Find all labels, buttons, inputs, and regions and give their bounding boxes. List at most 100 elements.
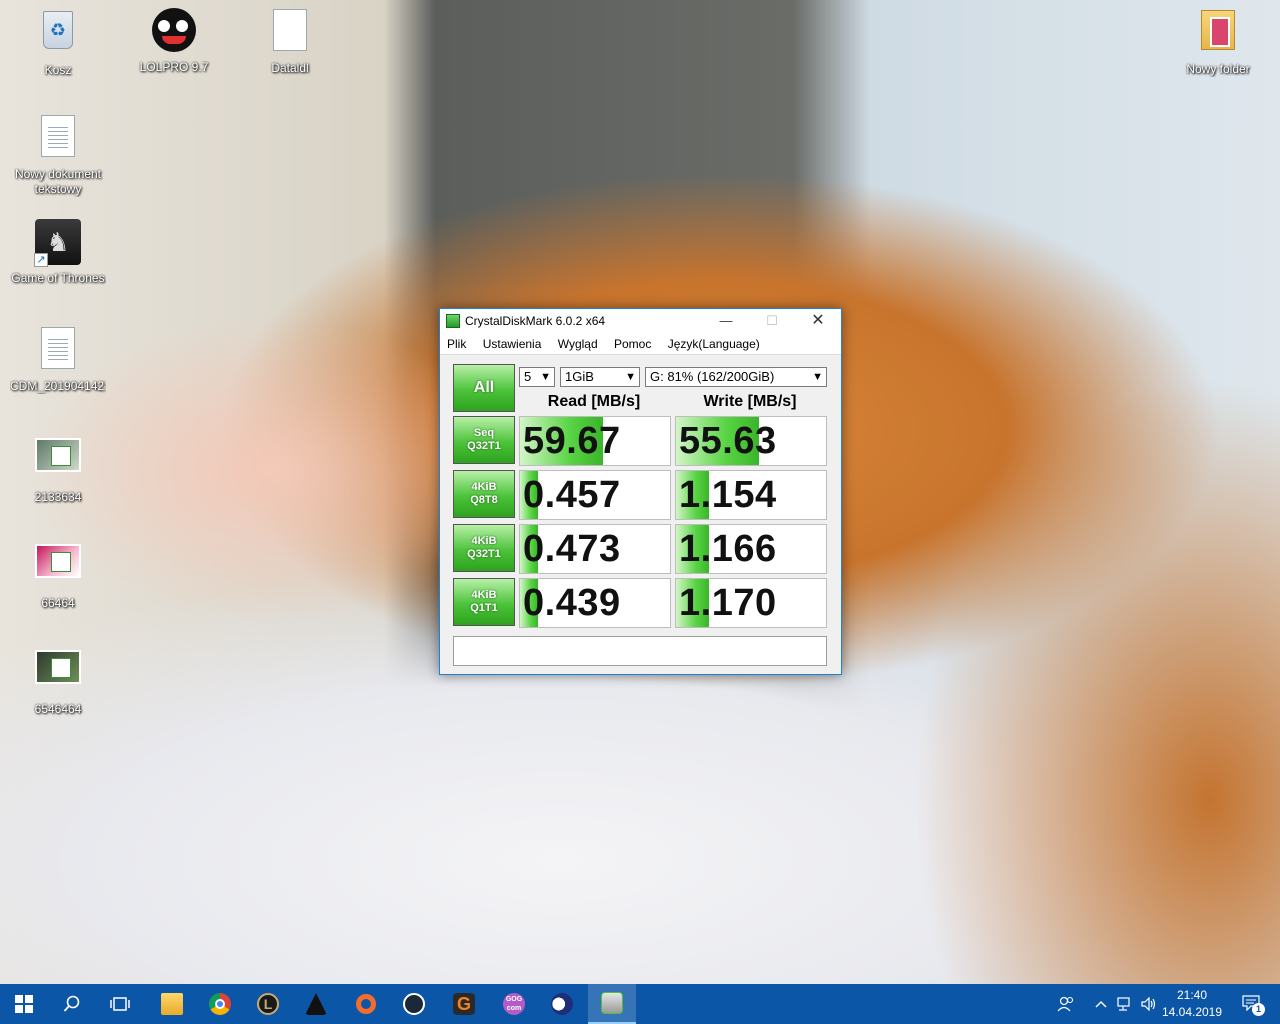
- icon-label: Dataldl: [271, 61, 309, 75]
- maximize-button[interactable]: ☐: [749, 309, 795, 333]
- test-name-line1: 4KiB: [471, 589, 497, 601]
- desktop-icon-dataldl[interactable]: Dataldl: [242, 6, 338, 76]
- icon-label: Kosz: [44, 63, 72, 77]
- desktop-icon-66464[interactable]: 66464: [10, 536, 106, 611]
- test-count-select[interactable]: 5 ▼: [519, 367, 555, 387]
- tray-network-button[interactable]: [1114, 984, 1136, 1024]
- taskbar-eclipse-app[interactable]: [538, 984, 586, 1024]
- write-result-cell: 55.63: [675, 416, 827, 466]
- chevron-down-icon: ▼: [812, 371, 823, 383]
- taskbar-g-app[interactable]: G: [440, 984, 488, 1024]
- drive-select[interactable]: G: 81% (162/200GiB) ▼: [645, 367, 827, 387]
- tray-people-button[interactable]: [1052, 984, 1080, 1024]
- shortcut-arrow-icon: ↗: [34, 253, 48, 267]
- read-column-header: Read [MB/s]: [547, 393, 641, 410]
- action-center-button[interactable]: 1: [1232, 984, 1272, 1024]
- chevron-down-icon: ▼: [540, 371, 551, 383]
- tray-volume-button[interactable]: [1138, 984, 1160, 1024]
- desktop-icon-2133634[interactable]: 2133634: [10, 430, 106, 505]
- test-name-line1: Seq: [473, 427, 495, 439]
- taskbar: L G GOG com 21:40 14.04.2019 1: [0, 984, 1280, 1024]
- desktop-icon-cdm-file[interactable]: CDM_20190414212...: [10, 324, 106, 394]
- close-button[interactable]: ✕: [795, 309, 841, 333]
- taskbar-league-client[interactable]: L: [244, 984, 292, 1024]
- test-name-line2: Q32T1: [467, 548, 501, 560]
- desktop-icon-6546464[interactable]: 6546464: [10, 642, 106, 717]
- read-result-cell: 0.473: [519, 524, 671, 574]
- taskbar-lol-pro[interactable]: [292, 984, 340, 1024]
- taskbar-steam[interactable]: [390, 984, 438, 1024]
- taskbar-chrome[interactable]: [196, 984, 244, 1024]
- steam-icon: [403, 993, 425, 1015]
- menu-settings[interactable]: Ustawienia: [476, 333, 548, 351]
- taskbar-clock[interactable]: 21:40 14.04.2019: [1160, 987, 1224, 1021]
- test-count-value: 5: [524, 369, 532, 384]
- clock-time: 21:40: [1176, 988, 1208, 1002]
- image-file-icon: [35, 438, 81, 472]
- write-result-cell: 1.154: [675, 470, 827, 520]
- windows-logo-icon: [15, 995, 33, 1013]
- taskbar-gog[interactable]: GOG com: [490, 984, 538, 1024]
- task-view-button[interactable]: [96, 984, 144, 1024]
- menu-file[interactable]: Plik: [440, 333, 472, 351]
- desktop-icon-lolpro[interactable]: LOLPRO 9.7: [126, 6, 222, 75]
- test-size-select[interactable]: 1GiB ▼: [560, 367, 640, 387]
- gamepad-g-icon: G: [453, 993, 475, 1015]
- read-value: 59.67: [523, 420, 621, 462]
- recycle-bin-icon: ♻: [43, 11, 73, 49]
- run-4kib-q32t1-button[interactable]: 4KiB Q32T1: [453, 524, 515, 572]
- read-value: 0.439: [523, 582, 621, 624]
- folder-icon: [1201, 10, 1235, 50]
- taskbar-file-explorer[interactable]: [148, 984, 196, 1024]
- icon-label: CDM_20190414212...: [10, 379, 106, 393]
- menu-language[interactable]: Język(Language): [661, 333, 766, 351]
- network-icon: [1117, 997, 1130, 1011]
- menu-help[interactable]: Pomoc: [607, 333, 657, 351]
- taskbar-crystaldiskmark[interactable]: [588, 984, 636, 1024]
- write-value: 55.63: [679, 420, 777, 462]
- run-4kib-q8t8-button[interactable]: 4KiB Q8T8: [453, 470, 515, 518]
- search-icon: [63, 995, 80, 1012]
- chevron-down-icon: ▼: [625, 371, 636, 383]
- clock-date: 14.04.2019: [1161, 1005, 1223, 1019]
- write-result-cell: 1.170: [675, 578, 827, 628]
- chrome-icon: [209, 993, 231, 1015]
- read-result-cell: 59.67: [519, 416, 671, 466]
- image-file-icon: [35, 650, 81, 684]
- search-button[interactable]: [48, 984, 96, 1024]
- volume-icon: [1141, 997, 1156, 1011]
- tray-show-hidden-button[interactable]: [1090, 984, 1112, 1024]
- icon-label: Game of Thrones: [11, 271, 105, 285]
- minimize-button[interactable]: —: [703, 309, 749, 333]
- window-title: CrystalDiskMark 6.0.2 x64: [465, 314, 606, 328]
- crystaldiskmark-icon: [601, 992, 623, 1014]
- write-value: 1.166: [679, 528, 777, 570]
- chevron-up-icon: [1095, 1001, 1107, 1008]
- test-name-line1: 4KiB: [471, 481, 497, 493]
- title-bar[interactable]: CrystalDiskMark 6.0.2 x64 — ☐ ✕: [440, 309, 841, 333]
- run-seq-q32t1-button[interactable]: Seq Q32T1: [453, 416, 515, 464]
- test-name-line2: Q32T1: [467, 440, 501, 452]
- write-column-header: Write [MB/s]: [703, 393, 797, 410]
- test-name-line2: Q1T1: [470, 602, 498, 614]
- gog-icon: GOG com: [503, 993, 525, 1015]
- notification-count-badge: 1: [1252, 1003, 1265, 1016]
- desktop-icon-new-text-document[interactable]: Nowy dokument tekstowy: [10, 112, 106, 197]
- menu-theme[interactable]: Wygląd: [551, 333, 604, 351]
- origin-icon: [356, 994, 376, 1014]
- desktop-icon-new-folder[interactable]: Nowy folder: [1170, 6, 1266, 77]
- write-value: 1.154: [679, 474, 777, 516]
- taskbar-origin[interactable]: [342, 984, 390, 1024]
- test-name-line2: Q8T8: [470, 494, 498, 506]
- start-button[interactable]: [0, 984, 48, 1024]
- icon-label: Nowy folder: [1186, 62, 1250, 76]
- crystaldiskmark-window: CrystalDiskMark 6.0.2 x64 — ☐ ✕ Plik Ust…: [439, 308, 842, 675]
- desktop-icon-recycle-bin[interactable]: ♻ Kosz: [10, 6, 106, 78]
- icon-label: 2133634: [34, 490, 82, 504]
- run-4kib-q1t1-button[interactable]: 4KiB Q1T1: [453, 578, 515, 626]
- desktop-icon-game-of-thrones[interactable]: ♞ ↗ Game of Thrones: [10, 218, 106, 286]
- comment-field[interactable]: [453, 636, 827, 666]
- file-explorer-icon: [161, 993, 183, 1015]
- run-all-button[interactable]: All: [453, 364, 515, 412]
- text-document-icon: [41, 327, 75, 369]
